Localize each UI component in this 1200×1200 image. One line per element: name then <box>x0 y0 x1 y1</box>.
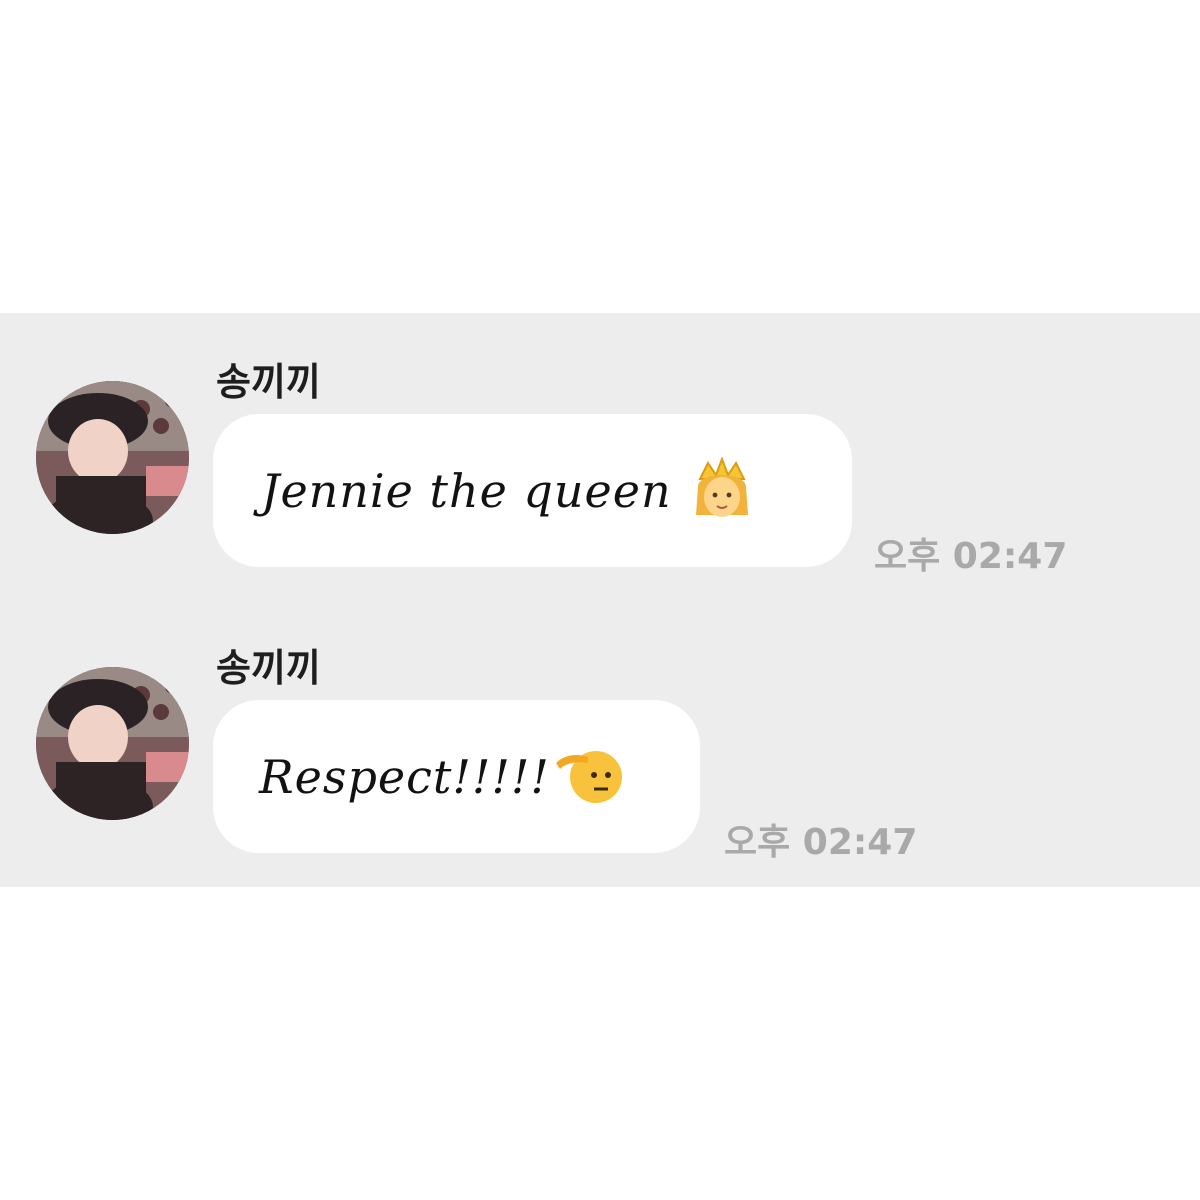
message-text: Jennie the queen <box>261 463 672 518</box>
message-text: Respect!!!!! <box>259 749 550 804</box>
screenshot-page: 송끼끼 Jennie the queen 오후 02:47 송끼끼 Respec… <box>0 0 1200 1200</box>
sender-name: 송끼끼 <box>216 646 321 690</box>
chat-area: 송끼끼 Jennie the queen 오후 02:47 송끼끼 Respec… <box>0 313 1200 887</box>
message-bubble[interactable]: Respect!!!!! <box>213 700 700 853</box>
avatar-photo <box>36 667 189 820</box>
avatar[interactable] <box>36 667 189 820</box>
saluting-face-emoji-icon <box>554 743 626 811</box>
message-bubble[interactable]: Jennie the queen <box>213 414 852 567</box>
avatar-photo <box>36 381 189 534</box>
avatar[interactable] <box>36 381 189 534</box>
princess-emoji-icon <box>690 455 754 525</box>
message-time: 오후 02:47 <box>724 822 918 863</box>
sender-name: 송끼끼 <box>216 360 321 404</box>
message-time: 오후 02:47 <box>874 536 1068 577</box>
